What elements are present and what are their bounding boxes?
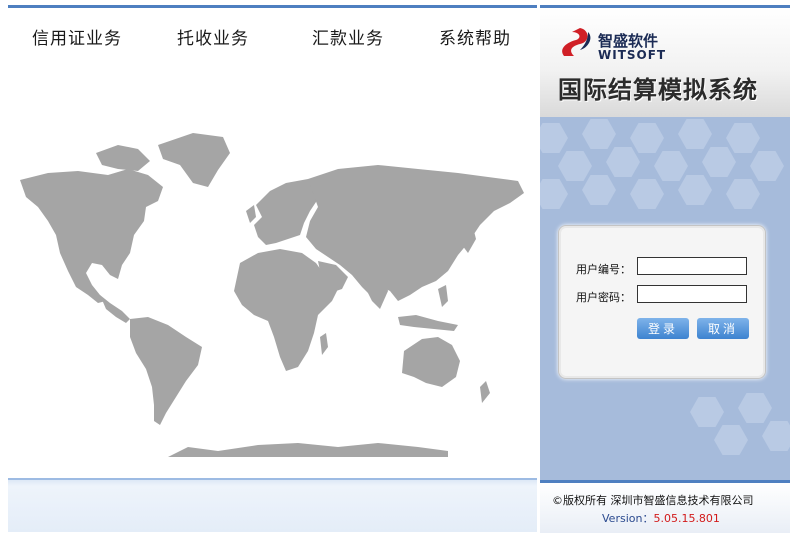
version-line: Version：5.05.15.801 <box>602 510 720 526</box>
copyright-text: ©版权所有 深圳市智盛信息技术有限公司 <box>552 494 754 507</box>
north-america <box>20 169 163 303</box>
top-nav: 信用证业务 托收业务 汇款业务 系统帮助 <box>8 18 537 54</box>
india <box>364 275 388 309</box>
hex-pattern <box>558 151 592 181</box>
madagascar <box>320 333 328 355</box>
hex-pattern <box>582 175 616 205</box>
left-footer-bar <box>8 478 537 532</box>
hex-pattern <box>540 123 568 153</box>
nav-system-help[interactable]: 系统帮助 <box>439 24 511 49</box>
top-accent-line <box>8 5 537 8</box>
user-id-label: 用户编号： <box>576 263 631 276</box>
right-footer: ©版权所有 深圳市智盛信息技术有限公司 Version：5.05.15.801 <box>540 480 790 533</box>
nav-remittance[interactable]: 汇款业务 <box>312 24 384 49</box>
version-label: Version： <box>602 512 654 525</box>
hex-pattern <box>714 425 748 455</box>
se-asia-islands <box>398 315 458 331</box>
cancel-button[interactable]: 取消 <box>697 318 749 339</box>
hex-pattern <box>630 179 664 209</box>
philippines <box>438 285 448 307</box>
british-isles <box>246 205 256 223</box>
system-title: 国际结算模拟系统 <box>558 76 758 104</box>
version-value: 5.05.15.801 <box>653 512 720 525</box>
antarctica <box>168 443 448 457</box>
world-map <box>20 133 524 457</box>
hex-pattern <box>738 393 772 423</box>
hex-pattern <box>726 123 760 153</box>
central-america <box>100 295 130 323</box>
hex-pattern <box>762 421 790 451</box>
hex-pattern <box>750 151 784 181</box>
login-panel-background: 用户编号： 用户密码： 登录 取消 <box>540 117 790 480</box>
hex-pattern <box>630 123 664 153</box>
hex-pattern <box>726 179 760 209</box>
hex-pattern <box>678 119 712 149</box>
new-zealand <box>480 381 490 403</box>
greenland <box>158 133 230 187</box>
hex-pattern <box>582 119 616 149</box>
left-pane: 信用证业务 托收业务 汇款业务 系统帮助 <box>0 0 537 532</box>
password-input[interactable] <box>637 285 747 303</box>
hex-pattern <box>606 147 640 177</box>
hex-pattern <box>702 147 736 177</box>
hex-pattern <box>540 179 568 209</box>
hex-pattern <box>654 151 688 181</box>
logo-text-en: WITSOFT <box>598 48 667 62</box>
south-america <box>130 317 202 425</box>
australia <box>402 337 460 387</box>
brand-header: 智盛软件 WITSOFT 国际结算模拟系统 <box>540 5 790 120</box>
password-label: 用户密码： <box>576 291 631 304</box>
hex-pattern <box>678 175 712 205</box>
login-button[interactable]: 登录 <box>637 318 689 339</box>
nav-collection[interactable]: 托收业务 <box>177 24 249 49</box>
hex-pattern <box>690 397 724 427</box>
login-box: 用户编号： 用户密码： 登录 取消 <box>558 225 766 379</box>
nav-letter-of-credit[interactable]: 信用证业务 <box>32 24 122 49</box>
right-pane: 智盛软件 WITSOFT 国际结算模拟系统 用户编号： 用户密码： 登录 取消 <box>540 0 790 533</box>
arctic-islands <box>96 145 150 171</box>
user-id-input[interactable] <box>637 257 747 275</box>
